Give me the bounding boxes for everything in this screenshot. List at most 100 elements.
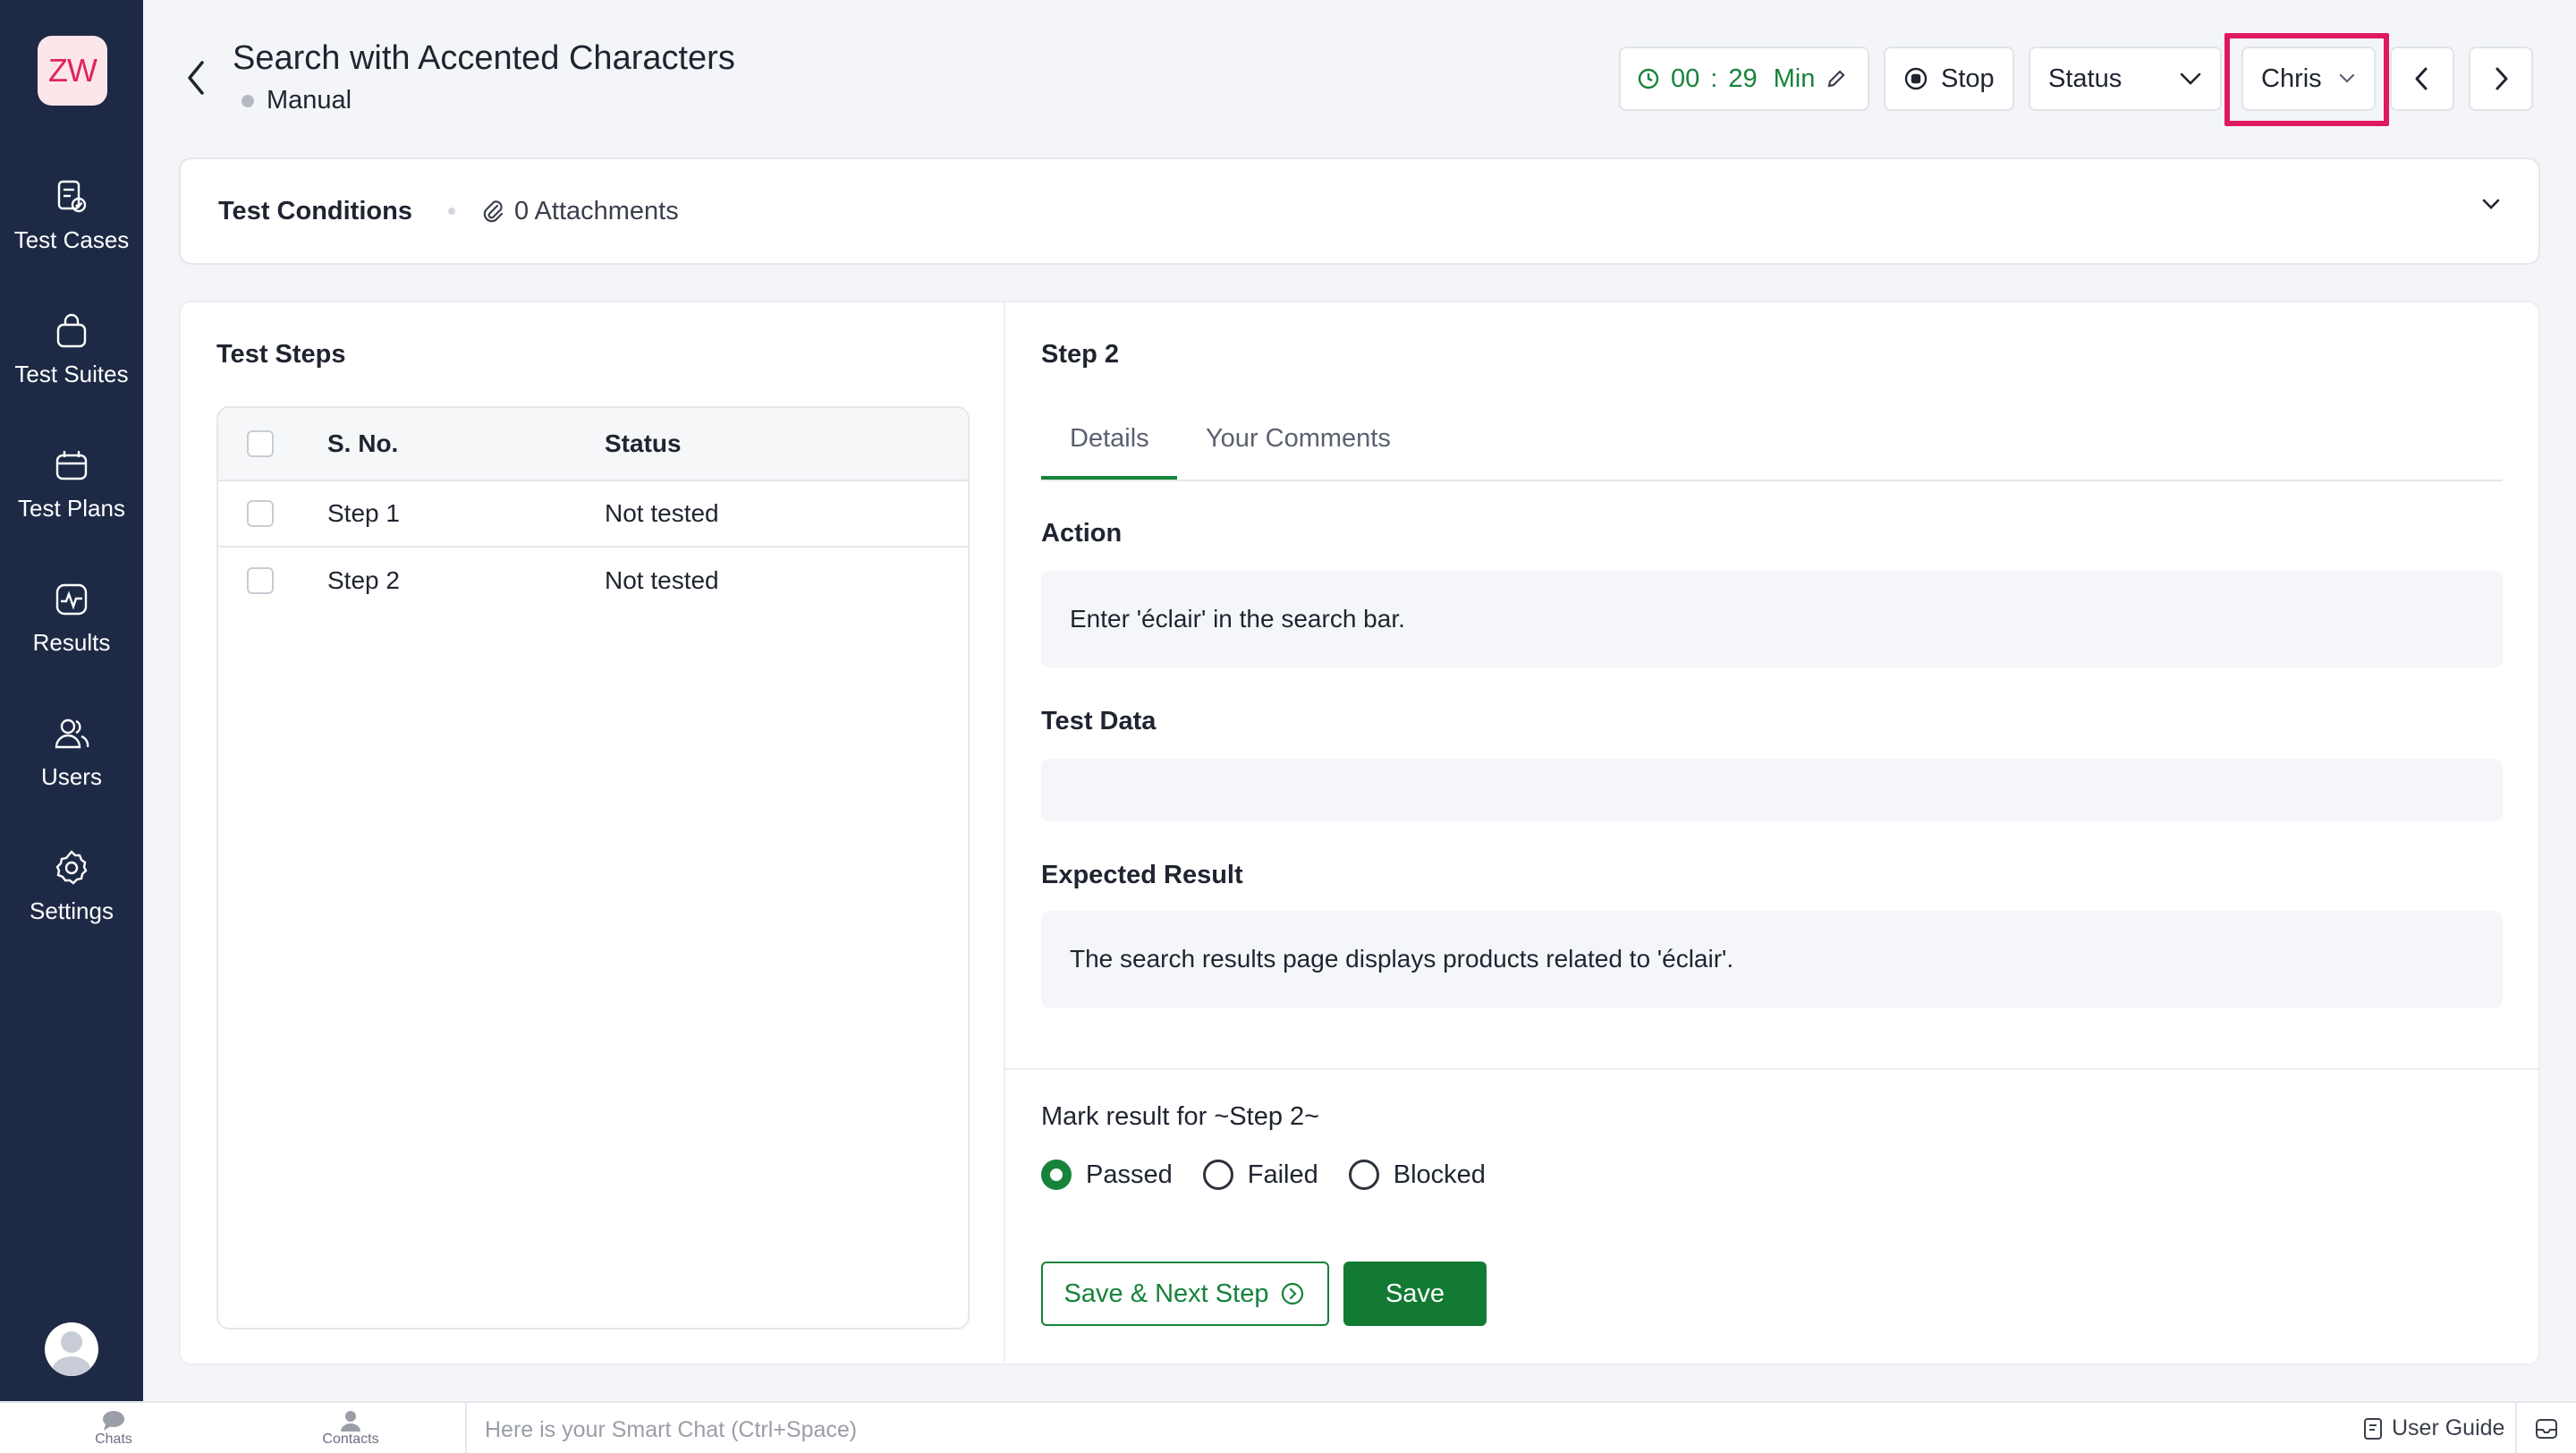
- timer-seconds: 29: [1728, 64, 1758, 93]
- arrow-circle-right-icon: [1282, 1282, 1304, 1305]
- row-checkbox[interactable]: [247, 500, 274, 527]
- status-dropdown-label: Status: [2048, 64, 2123, 93]
- sidebar: ZW Test Cases Test Suites Test Plans Res…: [0, 0, 143, 1401]
- attachments-link[interactable]: 0 Attachments: [480, 197, 679, 226]
- radio-label: Failed: [1247, 1160, 1318, 1189]
- step-status: Not tested: [605, 566, 719, 594]
- test-data-label: Test Data: [1041, 707, 1157, 735]
- select-all-checkbox[interactable]: [247, 430, 274, 457]
- edit-pencil-icon[interactable]: [1826, 68, 1847, 89]
- expected-result-label: Expected Result: [1041, 861, 1243, 889]
- stop-label: Stop: [1941, 64, 1995, 93]
- timer: 00 : 29 Min: [1619, 47, 1869, 111]
- sidebar-item-label: Test Plans: [18, 494, 125, 522]
- test-steps-table: S. No. Status Step 1 Not tested Step 2 N…: [216, 406, 970, 1330]
- active-tab-indicator: [1041, 476, 1177, 480]
- test-conditions-bar[interactable]: Test Conditions 0 Attachments: [179, 157, 2540, 265]
- step-status: Not tested: [605, 499, 719, 527]
- back-button[interactable]: [179, 55, 215, 100]
- smart-chat-input[interactable]: Here is your Smart Chat (Ctrl+Space): [485, 1417, 857, 1443]
- previous-button[interactable]: [2390, 47, 2454, 111]
- step-number: Step 2: [327, 566, 400, 594]
- inbox-icon[interactable]: [2533, 1415, 2560, 1442]
- page-title: Search with Accented Characters: [233, 39, 735, 77]
- column-header-status: Status: [605, 429, 682, 457]
- user-guide-link[interactable]: User Guide: [2361, 1415, 2504, 1441]
- tab-your-comments[interactable]: Your Comments: [1206, 424, 1391, 454]
- chat-bubble-icon: [103, 1411, 124, 1431]
- chevron-right-icon: [2496, 67, 2508, 90]
- test-data-value: [1041, 759, 2503, 821]
- bottom-divider: [2515, 1403, 2517, 1453]
- save-button[interactable]: Save: [1343, 1262, 1487, 1326]
- test-conditions-label: Test Conditions: [218, 196, 412, 225]
- sidebar-item-label: Users: [41, 762, 102, 790]
- chevron-left-icon: [188, 61, 204, 95]
- next-button[interactable]: [2469, 47, 2533, 111]
- bottom-bar: Chats Contacts Here is your Smart Chat (…: [0, 1401, 2576, 1453]
- timer-unit: Min: [1773, 64, 1816, 93]
- radio-failed[interactable]: Failed: [1202, 1160, 1318, 1190]
- row-checkbox[interactable]: [247, 567, 274, 594]
- test-suites-icon: [56, 313, 87, 347]
- stop-icon: [1904, 67, 1928, 90]
- table-header: S. No. Status: [218, 408, 968, 481]
- sidebar-item-settings[interactable]: Settings: [0, 832, 143, 939]
- step-number: Step 1: [327, 499, 400, 527]
- save-and-next-step-button[interactable]: Save & Next Step: [1041, 1262, 1329, 1326]
- sidebar-item-users[interactable]: Users: [0, 698, 143, 805]
- users-icon: [55, 718, 89, 748]
- sidebar-item-test-plans[interactable]: Test Plans: [0, 429, 143, 537]
- results-icon: [55, 583, 88, 615]
- table-row[interactable]: Step 2 Not tested: [218, 548, 968, 614]
- radio-button-selected[interactable]: [1041, 1160, 1072, 1190]
- attachments-count: 0 Attachments: [513, 196, 679, 225]
- clock-icon: [1638, 68, 1659, 89]
- radio-button[interactable]: [1202, 1160, 1233, 1190]
- app-logo[interactable]: ZW: [38, 36, 107, 106]
- settings-icon: [55, 849, 88, 885]
- test-cases-icon: [57, 180, 87, 212]
- stop-button[interactable]: Stop: [1884, 47, 2014, 111]
- timer-minutes: 00: [1671, 64, 1700, 93]
- sidebar-item-label: Results: [32, 628, 111, 656]
- status-dropdown[interactable]: Status: [2029, 47, 2222, 111]
- sidebar-item-label: Test Suites: [14, 360, 129, 387]
- separator-dot: [447, 208, 455, 215]
- table-row[interactable]: Step 1 Not tested: [218, 481, 968, 548]
- highlight-box: [2224, 33, 2389, 126]
- chats-button[interactable]: Chats: [82, 1403, 145, 1453]
- user-guide-label: User Guide: [2392, 1415, 2505, 1440]
- tab-details[interactable]: Details: [1070, 424, 1149, 454]
- contact-person-icon: [341, 1411, 360, 1432]
- radio-button[interactable]: [1348, 1160, 1379, 1190]
- sidebar-item-test-cases[interactable]: Test Cases: [0, 161, 143, 268]
- detail-tabs: Details Your Comments: [1041, 408, 2503, 481]
- book-icon: [2364, 1417, 2382, 1440]
- contacts-label: Contacts: [322, 1432, 379, 1447]
- radio-blocked[interactable]: Blocked: [1348, 1160, 1486, 1190]
- action-label: Action: [1041, 519, 1123, 548]
- panel-divider: [1004, 301, 1005, 1365]
- radio-passed[interactable]: Passed: [1041, 1160, 1173, 1190]
- chevron-down-icon[interactable]: [2479, 195, 2503, 213]
- test-steps-title: Test Steps: [216, 340, 346, 369]
- chevron-left-icon: [2415, 67, 2428, 90]
- test-type: Manual: [242, 86, 352, 115]
- timer-separator: :: [1710, 64, 1718, 93]
- sidebar-item-label: Test Cases: [13, 225, 130, 253]
- sidebar-item-test-suites[interactable]: Test Suites: [0, 295, 143, 403]
- save-next-label: Save & Next Step: [1063, 1279, 1269, 1308]
- chevron-down-icon: [2180, 72, 2201, 85]
- contacts-button[interactable]: Contacts: [315, 1403, 386, 1453]
- radio-label: Blocked: [1393, 1160, 1486, 1189]
- test-plans-icon: [55, 450, 88, 480]
- result-radio-group: Passed Failed Blocked: [1041, 1160, 1486, 1190]
- sidebar-item-label: Settings: [30, 896, 114, 924]
- avatar[interactable]: [45, 1322, 98, 1376]
- test-type-label: Manual: [267, 86, 352, 115]
- bottom-divider: [465, 1403, 467, 1453]
- mark-result-label: Mark result for ~Step 2~: [1041, 1102, 1320, 1131]
- sidebar-item-results[interactable]: Results: [0, 564, 143, 671]
- chats-label: Chats: [95, 1432, 132, 1447]
